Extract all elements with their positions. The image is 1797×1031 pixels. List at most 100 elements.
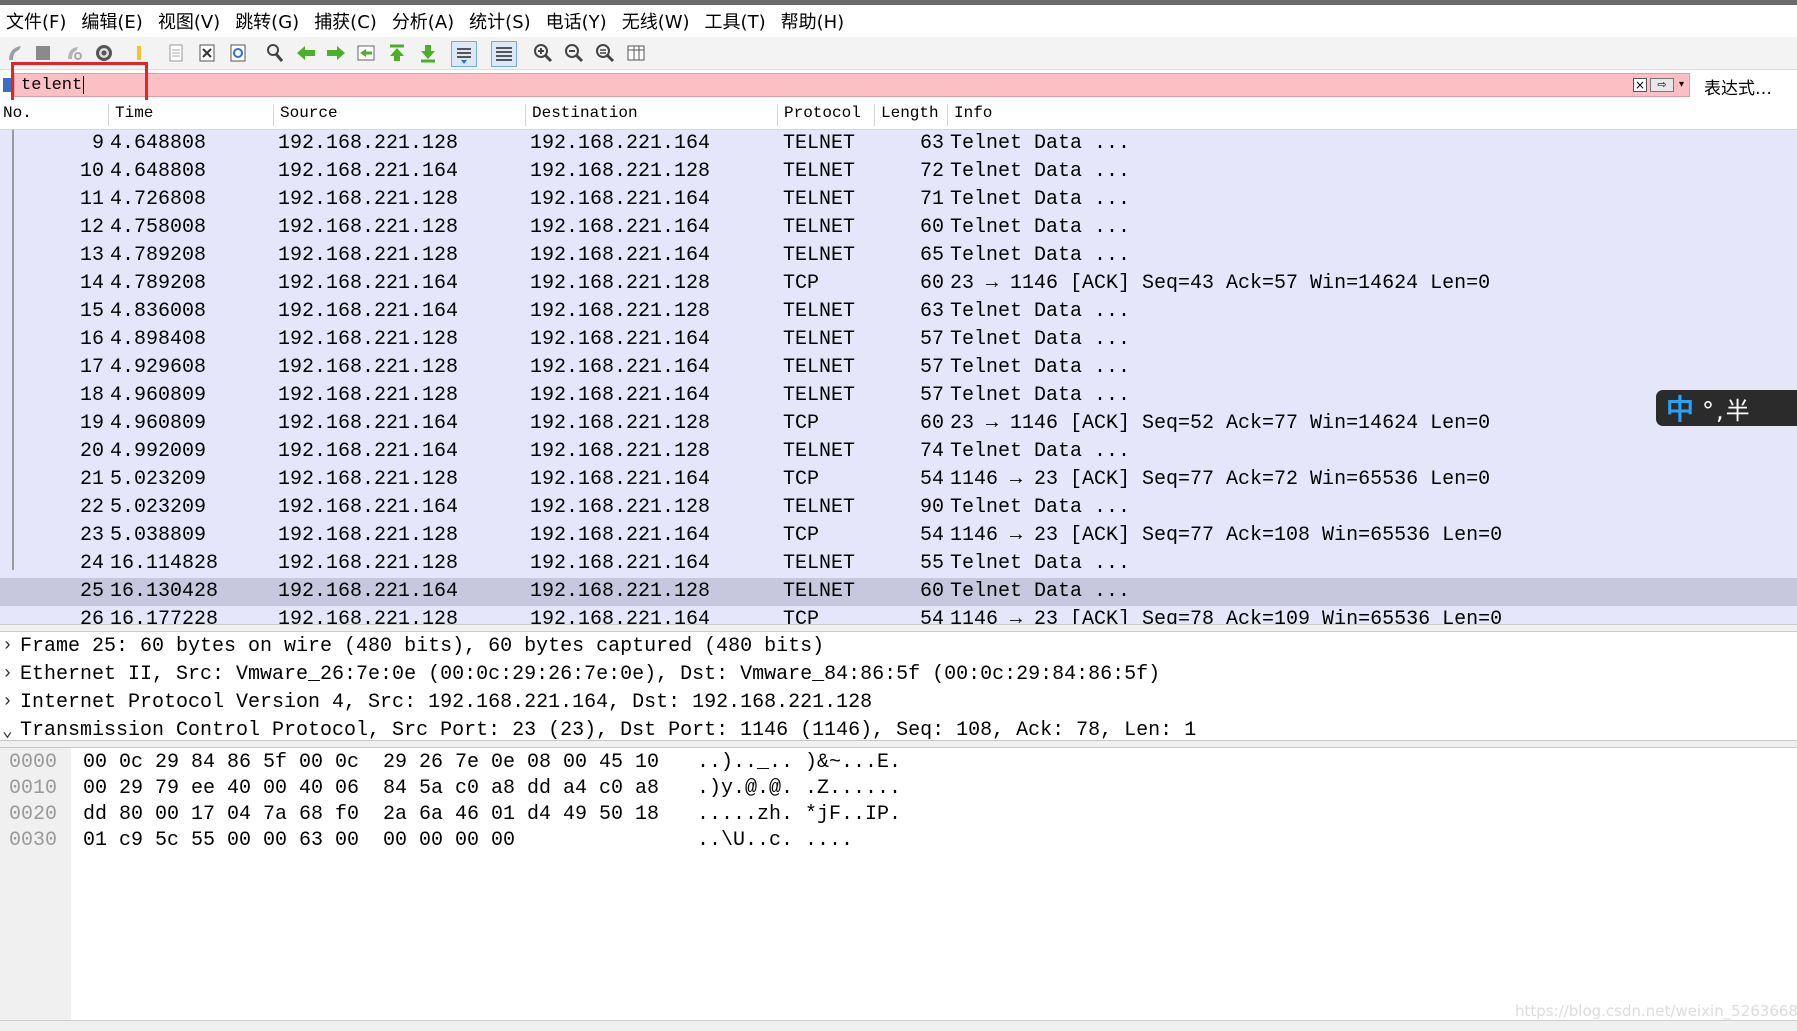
zoom-out-icon[interactable]: [562, 41, 586, 65]
chevron-right-icon[interactable]: ›: [2, 692, 13, 712]
resize-columns-icon[interactable]: [624, 41, 648, 65]
menu-go[interactable]: 跳转(G): [229, 8, 308, 34]
table-row[interactable]: 20 4.992009 192.168.221.164 192.168.221.128…: [0, 438, 1797, 466]
column-length[interactable]: Length: [874, 104, 939, 126]
first-packet-icon[interactable]: [385, 41, 409, 65]
column-destination[interactable]: Destination: [525, 104, 638, 126]
table-row[interactable]: 22 5.023209 192.168.221.164 192.168.221.128…: [0, 494, 1797, 522]
table-row[interactable]: 9 4.648808 192.168.221.128 192.168.221.164 T…: [0, 130, 1797, 158]
packet-bytes-pane: 0000 00 0c 29 84 86 5f 00 0c 29 26 7e 0e 0…: [0, 748, 1797, 1020]
find-packet-icon[interactable]: [263, 41, 287, 65]
cell-length: 74: [919, 440, 944, 463]
table-row[interactable]: 23 5.038809 192.168.221.128 192.168.221.164…: [0, 522, 1797, 550]
table-row[interactable]: 12 4.758008 192.168.221.128 192.168.221.164…: [0, 214, 1797, 242]
cell-time: 4.758008: [110, 216, 207, 239]
table-row[interactable]: 24 16.114828 192.168.221.128 192.168.221.16…: [0, 550, 1797, 578]
column-info[interactable]: Info: [947, 104, 992, 126]
colorize-list-icon[interactable]: [491, 41, 517, 67]
expression-button[interactable]: 表达式…: [1704, 74, 1772, 99]
go-to-packet-icon[interactable]: [354, 41, 378, 65]
cell-source: 192.168.221.128: [278, 188, 459, 211]
cell-source: 192.168.221.164: [278, 160, 459, 183]
filter-history-chevron-down-icon[interactable]: ▾: [1679, 78, 1689, 92]
cell-info: Telnet Data ...: [950, 300, 1131, 323]
pane-splitter[interactable]: [0, 740, 1797, 748]
table-row[interactable]: 15 4.836008 192.168.221.164 192.168.221.128…: [0, 298, 1797, 326]
cell-source: 192.168.221.128: [278, 552, 459, 575]
ime-options[interactable]: °,半: [1702, 391, 1752, 426]
column-no[interactable]: No.: [0, 104, 32, 126]
clear-filter-icon[interactable]: ×: [1633, 78, 1647, 92]
save-file-icon[interactable]: [164, 41, 188, 65]
table-row[interactable]: 18 4.960809 192.168.221.128 192.168.221.164…: [0, 382, 1797, 410]
cell-source: 192.168.221.128: [278, 216, 459, 239]
table-row[interactable]: 16 4.898408 192.168.221.128 192.168.221.164…: [0, 326, 1797, 354]
cell-no: 23: [79, 524, 104, 547]
chevron-right-icon[interactable]: ›: [2, 664, 13, 684]
cell-source: 192.168.221.128: [278, 328, 459, 351]
display-filter-input[interactable]: telent: [14, 73, 1690, 97]
cell-no: 12: [79, 216, 104, 239]
cell-destination: 192.168.221.164: [530, 552, 711, 575]
menu-statistics[interactable]: 统计(S): [463, 8, 539, 34]
table-row-selected[interactable]: 25 16.130428 192.168.221.164 192.168.221.12…: [0, 578, 1797, 606]
menu-tools[interactable]: 工具(T): [699, 8, 775, 34]
table-row[interactable]: 21 5.023209 192.168.221.128 192.168.221.164…: [0, 466, 1797, 494]
cell-info: 1146 → 23 [ACK] Seq=78 Ack=109 Win=65536…: [950, 608, 1503, 624]
cell-time: 5.023209: [110, 496, 207, 519]
cell-info: Telnet Data ...: [950, 580, 1131, 603]
column-source[interactable]: Source: [273, 104, 338, 126]
close-file-icon[interactable]: [195, 41, 219, 65]
cell-info: Telnet Data ...: [950, 160, 1131, 183]
cell-info: 1146 → 23 [ACK] Seq=77 Ack=108 Win=65536…: [950, 524, 1503, 547]
menu-wireless[interactable]: 无线(W): [616, 8, 699, 34]
cell-info: Telnet Data ...: [950, 440, 1131, 463]
cell-info: 23 → 1146 [ACK] Seq=43 Ack=57 Win=14624 …: [950, 272, 1491, 295]
ascii-bytes: ..\U..c. ....: [697, 829, 854, 852]
chevron-down-icon[interactable]: ⌄: [2, 720, 13, 740]
normal-size-icon[interactable]: [593, 41, 617, 65]
table-row[interactable]: 19 4.960809 192.168.221.164 192.168.221.128…: [0, 410, 1797, 438]
cell-destination: 192.168.221.164: [530, 384, 711, 407]
zoom-in-icon[interactable]: [531, 41, 555, 65]
menu-telephony[interactable]: 电话(Y): [540, 8, 616, 34]
pane-splitter[interactable]: [0, 624, 1797, 632]
ime-mode-icon[interactable]: 中: [1666, 388, 1694, 428]
chevron-right-icon[interactable]: ›: [2, 636, 13, 656]
cell-time: 4.648808: [110, 132, 207, 155]
table-row[interactable]: 11 4.726808 192.168.221.128 192.168.221.164…: [0, 186, 1797, 214]
table-row[interactable]: 14 4.789208 192.168.221.164 192.168.221.128…: [0, 270, 1797, 298]
hex-bytes: 00 0c 29 84 86 5f 00 0c: [83, 751, 360, 774]
cell-length: 57: [919, 384, 944, 407]
cell-destination: 192.168.221.164: [530, 328, 711, 351]
table-row[interactable]: 26 16.177228 192.168.221.128 192.168.221.16…: [0, 606, 1797, 624]
apply-filter-arrow-icon[interactable]: ⇨: [1650, 78, 1674, 92]
cell-no: 13: [79, 244, 104, 267]
menu-edit[interactable]: 编辑(E): [75, 8, 151, 34]
column-protocol[interactable]: Protocol: [777, 104, 861, 126]
ime-toolbar[interactable]: 中 °,半: [1656, 390, 1797, 426]
ascii-bytes: .....zh. *jF..IP.: [697, 803, 902, 826]
cell-source: 192.168.221.128: [278, 132, 459, 155]
table-row[interactable]: 17 4.929608 192.168.221.128 192.168.221.164…: [0, 354, 1797, 382]
menu-view[interactable]: 视图(V): [152, 8, 229, 34]
column-time[interactable]: Time: [108, 104, 153, 126]
last-packet-icon[interactable]: [416, 41, 440, 65]
menu-file[interactable]: 文件(F): [0, 8, 75, 34]
cell-length: 71: [919, 188, 944, 211]
reload-file-icon[interactable]: [226, 41, 250, 65]
menu-help[interactable]: 帮助(H): [775, 8, 854, 34]
table-row[interactable]: 10 4.648808 192.168.221.164 192.168.221.128…: [0, 158, 1797, 186]
table-row[interactable]: 13 4.789208 192.168.221.128 192.168.221.164…: [0, 242, 1797, 270]
cell-no: 18: [79, 384, 104, 407]
menu-analyze[interactable]: 分析(A): [386, 8, 463, 34]
autoscroll-icon[interactable]: [451, 41, 477, 67]
menu-capture[interactable]: 捕获(C): [308, 8, 386, 34]
status-bar: [0, 1020, 1797, 1031]
filter-bookmark-icon[interactable]: [3, 78, 11, 92]
packet-list-header: No. Time Source Destination Protocol Len…: [0, 100, 1797, 130]
cell-time: 5.023209: [110, 468, 207, 491]
go-back-arrow-icon[interactable]: [294, 41, 318, 65]
cell-destination: 192.168.221.128: [530, 300, 711, 323]
go-forward-arrow-icon[interactable]: [324, 41, 348, 65]
